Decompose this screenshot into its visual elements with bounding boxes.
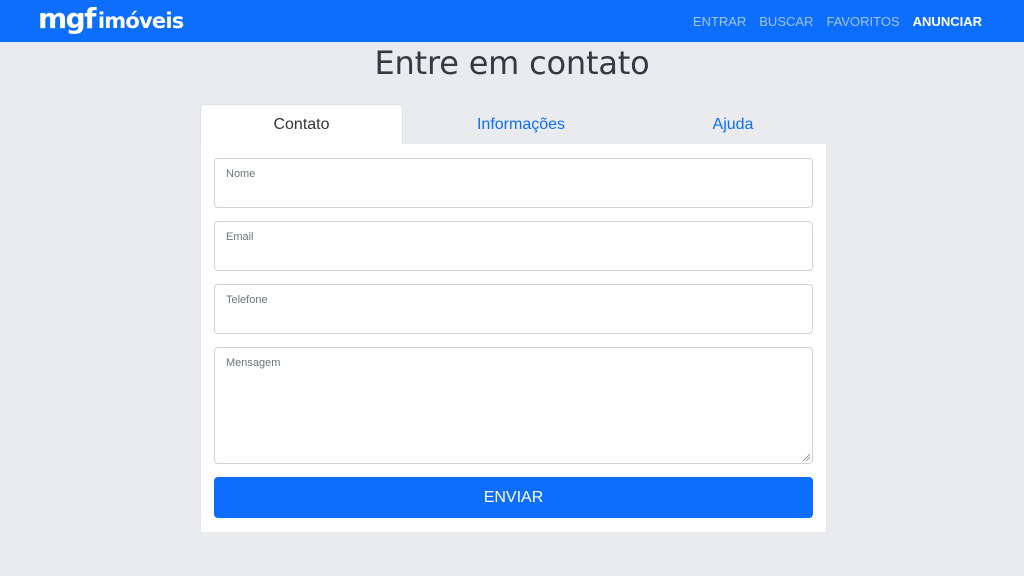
submit-button[interactable]: ENVIAR [214, 477, 813, 518]
email-field[interactable]: Email [214, 221, 813, 271]
message-textarea[interactable]: Mensagem [214, 347, 813, 464]
name-field[interactable]: Nome [214, 158, 813, 208]
brand-logo[interactable]: mgf imóveis [38, 2, 184, 35]
tab-ajuda[interactable]: Ajuda [639, 104, 827, 145]
top-navbar: mgf imóveis ENTRAR BUSCAR FAVORITOS ANUN… [0, 0, 1024, 42]
nav-link-entrar[interactable]: ENTRAR [693, 14, 746, 29]
logo-sub-text: imóveis [97, 9, 184, 33]
nav-link-buscar[interactable]: BUSCAR [759, 14, 813, 29]
nav-links: ENTRAR BUSCAR FAVORITOS ANUNCIAR [680, 0, 982, 42]
tab-bar: Contato Informações Ajuda [200, 104, 827, 145]
tab-contato[interactable]: Contato [200, 104, 403, 145]
page-title: Entre em contato [374, 44, 650, 82]
nav-link-favoritos[interactable]: FAVORITOS [826, 14, 899, 29]
nav-link-anunciar[interactable]: ANUNCIAR [913, 14, 982, 29]
contact-form-card: Nome Email Telefone Mensagem ENVIAR [200, 144, 827, 533]
tab-informacoes[interactable]: Informações [403, 104, 639, 145]
message-textarea-placeholder: Mensagem [226, 357, 281, 369]
resize-handle-icon[interactable] [803, 454, 810, 461]
name-field-placeholder: Nome [226, 168, 256, 180]
phone-field-placeholder: Telefone [226, 294, 268, 306]
logo-main-text: mgf [38, 2, 96, 35]
phone-field[interactable]: Telefone [214, 284, 813, 334]
email-field-placeholder: Email [226, 231, 254, 243]
